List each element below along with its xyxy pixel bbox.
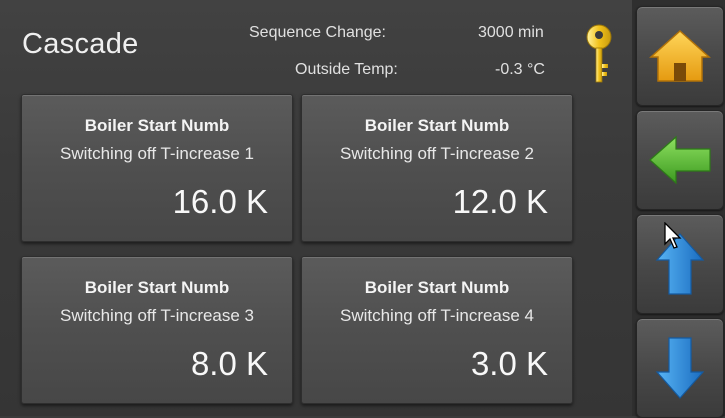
arrow-down-icon [655, 337, 705, 399]
tile-heading: Boiler Start Numb [364, 278, 510, 297]
outside-temp-value: -0.3 °C [495, 61, 545, 78]
arrow-left-icon [649, 135, 711, 185]
key-icon[interactable] [584, 24, 614, 91]
sequence-change-label: Sequence Change: [249, 24, 386, 41]
tile-subtitle: Switching off T-increase 4 [339, 306, 535, 325]
tile-value: 16.0 K [172, 183, 268, 220]
tile-heading: Boiler Start Numb [364, 116, 510, 135]
tile-heading: Boiler Start Numb [84, 116, 230, 135]
tile-subtitle: Switching off T-increase 3 [59, 306, 255, 325]
tile-value: 8.0 K [190, 345, 268, 382]
main-screen: Cascade Sequence Change: 3000 min Outsid… [0, 0, 633, 416]
home-icon [649, 29, 711, 82]
tile-t-increase-1[interactable]: Boiler Start Numb Switching off T-increa… [21, 94, 293, 242]
mouse-cursor-icon [664, 221, 684, 255]
outside-temp-label: Outside Temp: [295, 61, 398, 78]
tile-t-increase-4[interactable]: Boiler Start Numb Switching off T-increa… [301, 256, 573, 404]
tile-value: 12.0 K [452, 183, 548, 220]
tile-t-increase-2[interactable]: Boiler Start Numb Switching off T-increa… [301, 94, 573, 242]
home-button[interactable] [636, 6, 724, 106]
tile-subtitle: Switching off T-increase 1 [59, 144, 255, 163]
scroll-down-button[interactable] [636, 318, 724, 418]
tile-subtitle: Switching off T-increase 2 [339, 144, 535, 163]
back-button[interactable] [636, 110, 724, 210]
sidebar [632, 0, 725, 418]
page-title: Cascade [22, 28, 139, 60]
sequence-change-value: 3000 min [478, 24, 544, 41]
tile-value: 3.0 K [470, 345, 548, 382]
tile-heading: Boiler Start Numb [84, 278, 230, 297]
tile-t-increase-3[interactable]: Boiler Start Numb Switching off T-increa… [21, 256, 293, 404]
